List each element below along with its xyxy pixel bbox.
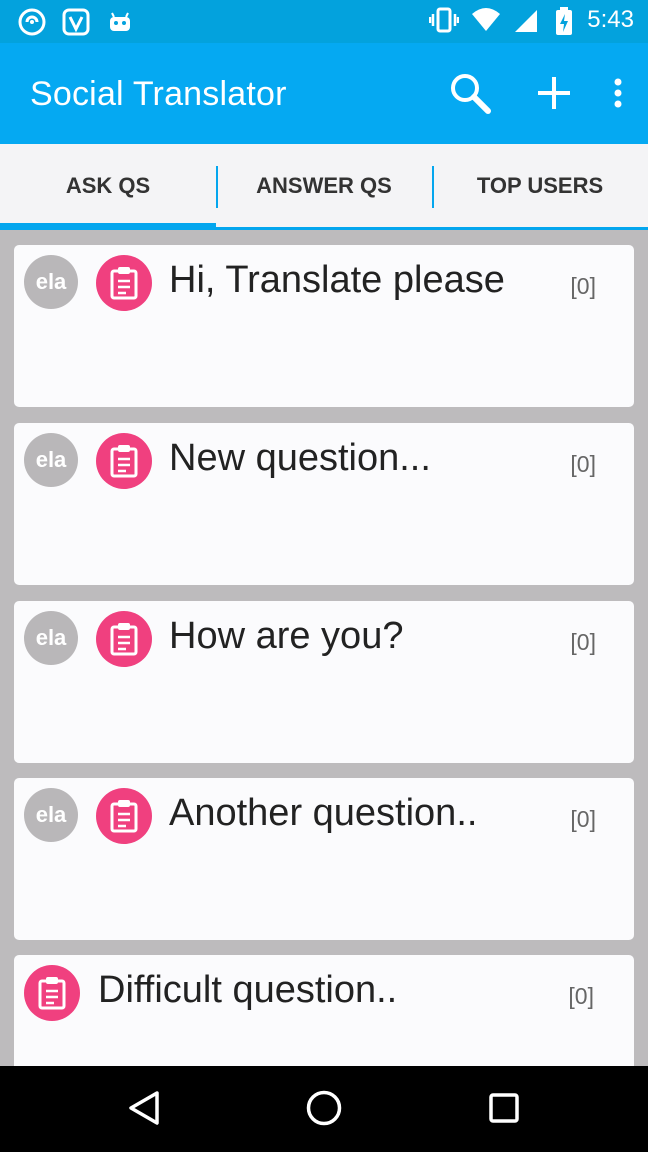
question-card[interactable]: ela How are you? [0] bbox=[14, 601, 634, 763]
search-button[interactable] bbox=[448, 73, 492, 117]
question-title: Difficult question.. bbox=[98, 969, 398, 1011]
question-title: Hi, Translate please bbox=[169, 259, 505, 301]
add-icon bbox=[536, 75, 572, 116]
clipboard-icon bbox=[96, 788, 152, 844]
status-time: 5:43 bbox=[587, 6, 634, 33]
android-icon bbox=[106, 8, 134, 36]
back-button[interactable] bbox=[122, 1088, 166, 1132]
question-card[interactable]: ela Hi, Translate please [0] bbox=[14, 245, 634, 407]
add-question-button[interactable] bbox=[532, 73, 576, 117]
tab-bar: ASK QS ANSWER QS TOP USERS bbox=[0, 144, 648, 230]
answer-count: [0] bbox=[570, 451, 596, 477]
vibrate-icon bbox=[429, 6, 460, 34]
app-title: Social Translator bbox=[30, 75, 287, 113]
home-icon bbox=[305, 1089, 343, 1132]
home-button[interactable] bbox=[302, 1088, 346, 1132]
answer-count: [0] bbox=[570, 806, 596, 832]
search-icon bbox=[449, 72, 491, 119]
question-title: How are you? bbox=[169, 615, 404, 657]
question-card[interactable]: ela Another question.. [0] bbox=[14, 778, 634, 940]
clipboard-icon bbox=[96, 611, 152, 667]
question-list[interactable]: ela Hi, Translate please [0] ela New que… bbox=[0, 230, 648, 1066]
recents-button[interactable] bbox=[482, 1088, 526, 1132]
recents-icon bbox=[488, 1092, 520, 1129]
answer-count: [0] bbox=[568, 983, 594, 1009]
app-notification-icon bbox=[18, 8, 46, 36]
answer-count: [0] bbox=[570, 629, 596, 655]
back-icon bbox=[127, 1090, 161, 1131]
signal-icon bbox=[513, 6, 541, 34]
clipboard-icon bbox=[96, 255, 152, 311]
battery-charging-icon bbox=[555, 6, 573, 35]
clipboard-icon bbox=[24, 965, 80, 1021]
question-card[interactable]: Difficult question.. [0] bbox=[14, 955, 634, 1066]
question-title: New question... bbox=[169, 437, 431, 479]
tab-ask-qs[interactable]: ASK QS bbox=[0, 144, 216, 230]
avatar[interactable]: ela bbox=[24, 255, 78, 309]
app-bar: Social Translator bbox=[0, 43, 648, 144]
avatar[interactable]: ela bbox=[24, 611, 78, 665]
tab-top-users[interactable]: TOP USERS bbox=[432, 144, 648, 227]
overflow-menu-icon bbox=[613, 78, 623, 113]
tab-answer-qs[interactable]: ANSWER QS bbox=[216, 144, 432, 227]
wifi-icon bbox=[471, 6, 501, 34]
overflow-menu-button[interactable] bbox=[608, 73, 628, 117]
avatar[interactable]: ela bbox=[24, 433, 78, 487]
clipboard-icon bbox=[96, 433, 152, 489]
saavn-icon bbox=[62, 8, 90, 36]
question-title: Another question.. bbox=[169, 792, 478, 834]
tab-label: ANSWER QS bbox=[256, 172, 392, 198]
navigation-bar bbox=[0, 1066, 648, 1152]
status-bar: 5:43 bbox=[0, 0, 648, 43]
avatar[interactable]: ela bbox=[24, 788, 78, 842]
tab-label: ASK QS bbox=[65, 172, 151, 198]
question-card[interactable]: ela New question... [0] bbox=[14, 423, 634, 585]
tab-label: TOP USERS bbox=[476, 172, 604, 198]
answer-count: [0] bbox=[570, 273, 596, 299]
